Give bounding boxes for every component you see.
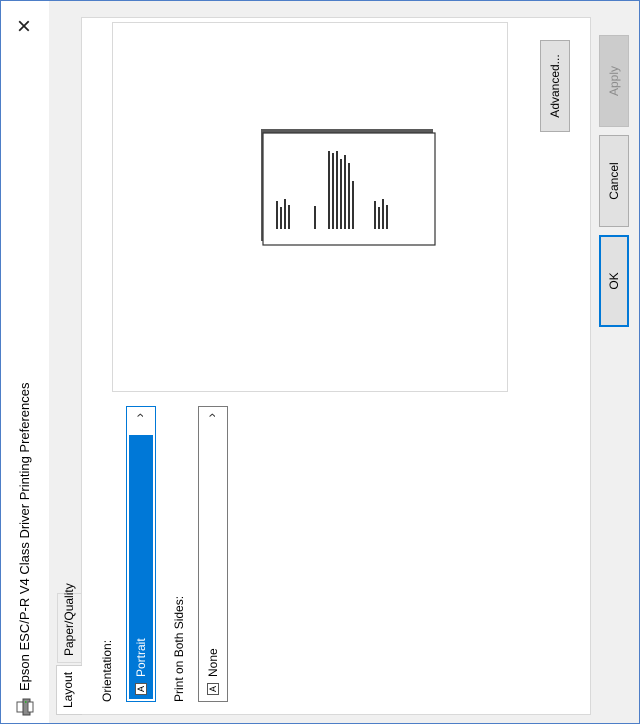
page-preview [112,22,508,392]
printer-icon [16,698,34,716]
document-preview-image [261,129,436,246]
tab-paper-quality[interactable]: Paper/Quality [57,583,81,663]
print-both-sides-dropdown[interactable]: A None › [198,406,228,702]
duplex-none-icon: A [207,683,219,695]
orientation-label: Orientation: [100,639,114,702]
close-button[interactable]: × [9,9,41,43]
chevron-icon: › [203,413,219,418]
cancel-button[interactable]: Cancel [599,135,629,227]
chevron-icon: › [131,413,147,418]
ok-button[interactable]: OK [599,235,629,327]
orientation-dropdown[interactable]: A Portrait › [126,406,156,702]
window-title: Epson ESC/P-R V4 Class Driver Printing P… [17,382,32,691]
portrait-icon: A [135,683,147,695]
orientation-value: Portrait [134,638,148,677]
advanced-button[interactable]: Advanced... [540,40,570,132]
print-both-sides-value: None [206,648,220,677]
printing-preferences-dialog: Epson ESC/P-R V4 Class Driver Printing P… [0,0,640,724]
tab-layout[interactable]: Layout [56,665,82,715]
apply-button[interactable]: Apply [599,35,629,127]
title-bar: Epson ESC/P-R V4 Class Driver Printing P… [1,1,49,723]
print-both-sides-label: Print on Both Sides: [172,595,186,702]
layout-panel: Orientation: A Portrait › Print on Both … [81,17,591,715]
